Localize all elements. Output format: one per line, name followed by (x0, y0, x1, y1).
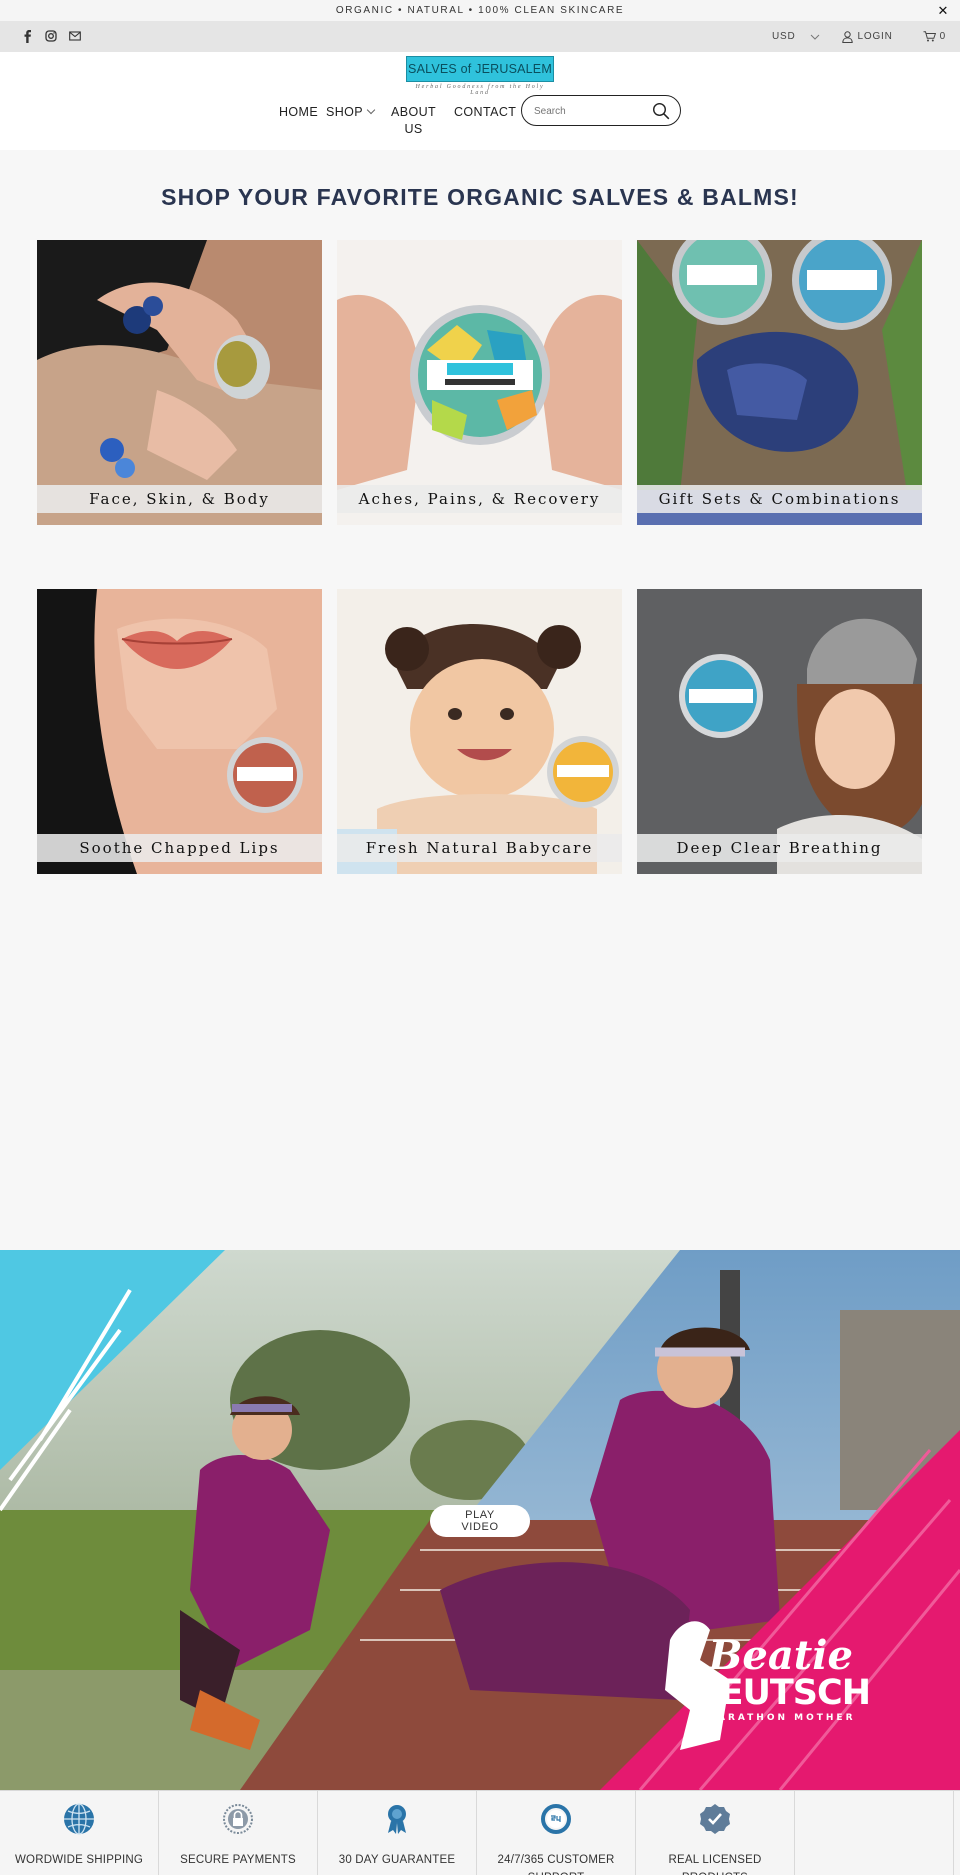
lips-with-balm-image (37, 589, 322, 874)
chevron-down-icon (366, 105, 376, 115)
support-icon (541, 1804, 571, 1834)
lock-icon (223, 1804, 253, 1834)
facebook-icon[interactable] (20, 29, 34, 43)
collection-label: Deep Clear Breathing (637, 834, 922, 862)
nav-about-line2: US (404, 122, 423, 136)
badge-label: WORDWIDE SHIPPING (15, 1854, 143, 1866)
email-icon[interactable] (68, 29, 82, 43)
collection-tile-clear-breathing[interactable]: Deep Clear Breathing (637, 589, 922, 874)
login-link[interactable]: LOGIN (841, 30, 893, 43)
collection-label: Aches, Pains, & Recovery (337, 485, 622, 513)
badge-label: SECURE PAYMENTS (180, 1854, 296, 1866)
nav-about-us[interactable]: ABOUT US (391, 104, 436, 138)
announcement-text: ORGANIC • NATURAL • 100% CLEAN SKINCARE (335, 5, 625, 16)
play-video-line1: PLAY (465, 1509, 495, 1521)
instagram-icon[interactable] (44, 29, 58, 43)
close-announcement-button[interactable]: ✕ (938, 0, 951, 21)
hero-video-banner: PLAY VIDEO Beatie DEUTSCH MARATHON MOTHE… (0, 1250, 960, 1790)
chevron-down-icon (810, 34, 819, 40)
site-logo[interactable]: SALVES of JERUSALEM Herbal Goodness from… (405, 56, 555, 96)
play-video-button[interactable]: PLAY VIDEO (430, 1505, 530, 1537)
badge-label: 24/7/365 CUSTOMER SUPPORT (497, 1854, 615, 1875)
announcement-bar: ORGANIC • NATURAL • 100% CLEAN SKINCARE … (0, 0, 960, 21)
badge-real-licensed-products: REAL LICENSED PRODUCTS (636, 1791, 795, 1875)
muscle-balm-tin-image (337, 240, 622, 525)
nav-shop-label: SHOP (326, 105, 364, 119)
logo-wordmark: SALVES of JERUSALEM (406, 56, 554, 82)
cart-link[interactable]: 0 (923, 31, 946, 42)
search-box (521, 95, 681, 126)
collection-label: Fresh Natural Babycare (337, 834, 622, 862)
nav-home[interactable]: HOME (279, 104, 318, 121)
section-title: SHOP YOUR FAVORITE ORGANIC SALVES & BALM… (161, 184, 799, 210)
collection-label: Gift Sets & Combinations (637, 485, 922, 513)
badge-label: 30 DAY GUARANTEE (338, 1854, 456, 1866)
social-links (20, 29, 82, 43)
globe-icon (64, 1803, 94, 1835)
trust-badges: WORDWIDE SHIPPING SECURE PAYMENTS 30 DAY… (0, 1790, 960, 1875)
badge-worldwide-shipping: WORDWIDE SHIPPING (0, 1791, 159, 1875)
currency-selector[interactable]: USD (772, 31, 820, 42)
site-header: SALVES of JERUSALEM Herbal Goodness from… (0, 52, 960, 150)
badge-label: REAL LICENSED PRODUCTS (668, 1854, 762, 1875)
collection-tile-chapped-lips[interactable]: Soothe Chapped Lips (37, 589, 322, 874)
nav-contact[interactable]: CONTACT (454, 104, 516, 121)
currency-value: USD (771, 31, 796, 42)
hands-with-salve-tin-image (37, 240, 322, 525)
nav-about-line1: ABOUT (391, 105, 437, 119)
collection-tile-babycare[interactable]: Fresh Natural Babycare (337, 589, 622, 874)
brand-line1: Beatie (708, 1632, 853, 1679)
cart-icon (923, 31, 936, 42)
badge-empty (795, 1791, 954, 1875)
checkmark-icon (700, 1804, 730, 1834)
utility-right: USD LOGIN 0 (772, 21, 946, 52)
collection-label: Soothe Chapped Lips (37, 834, 322, 862)
beatie-deutsch-logo: Beatie DEUTSCH MARATHON MOTHER (691, 1632, 871, 1724)
collection-tile-face-skin-body[interactable]: Face, Skin, & Body (37, 240, 322, 525)
play-video-line2: VIDEO (461, 1521, 499, 1533)
collection-tile-aches-pains-recovery[interactable]: Aches, Pains, & Recovery (337, 240, 622, 525)
badge-30-day-guarantee: 30 DAY GUARANTEE (318, 1791, 477, 1875)
badge-secure-payments: SECURE PAYMENTS (159, 1791, 318, 1875)
main-nav: HOME SHOP ABOUT US CONTACT (0, 102, 960, 142)
baby-with-salve-image (337, 589, 622, 874)
user-icon (841, 30, 853, 43)
collection-tile-gift-sets[interactable]: Gift Sets & Combinations (637, 240, 922, 525)
collection-label: Face, Skin, & Body (37, 485, 322, 513)
ribbon-icon (388, 1805, 406, 1834)
search-icon[interactable] (652, 102, 670, 120)
nav-shop[interactable]: SHOP (326, 104, 376, 121)
brand-line2: DEUTSCH (691, 1673, 871, 1713)
utility-bar: USD LOGIN 0 (0, 21, 960, 52)
badge-customer-support: 24/7/365 CUSTOMER SUPPORT (477, 1791, 636, 1875)
login-label: LOGIN (857, 31, 893, 42)
cart-count: 0 (939, 31, 946, 42)
search-input[interactable] (534, 102, 654, 120)
gift-set-tins-image (637, 240, 922, 525)
brand-line3: MARATHON MOTHER (706, 1713, 856, 1723)
woman-in-knit-hat-image (637, 589, 922, 874)
logo-tagline: Herbal Goodness from the Holy Land (415, 84, 545, 96)
